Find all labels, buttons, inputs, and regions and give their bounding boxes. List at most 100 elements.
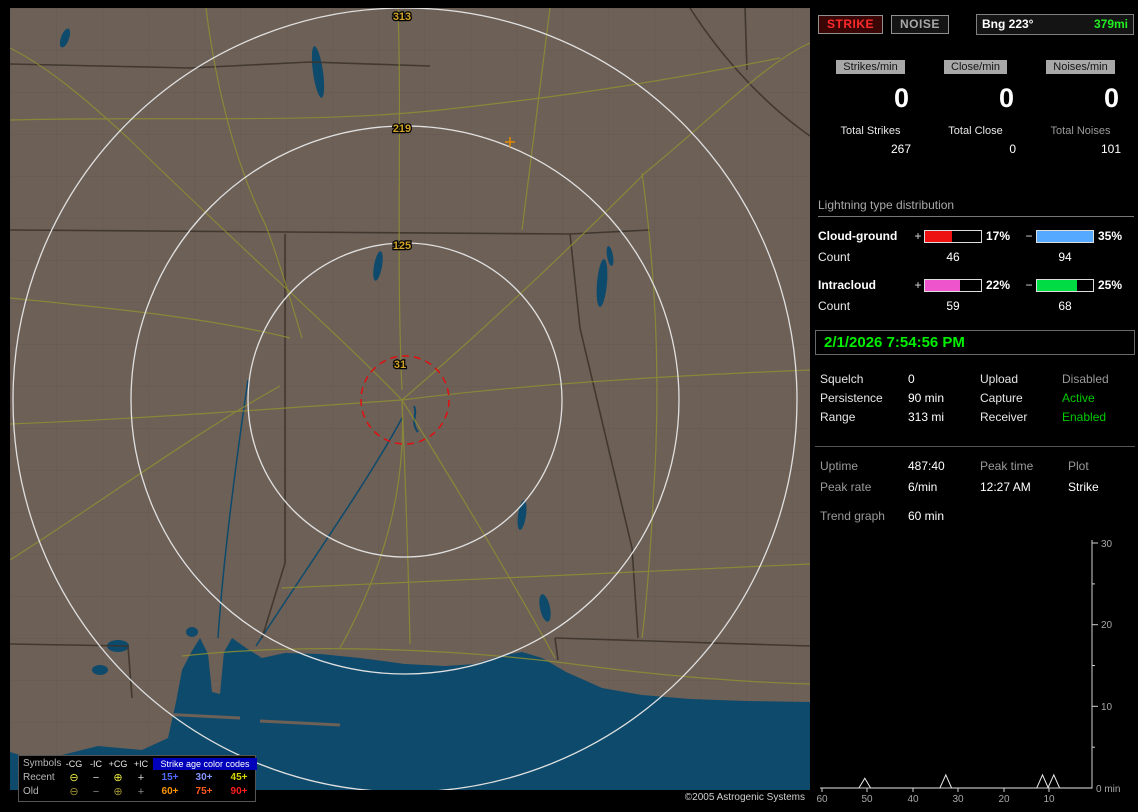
plot-label: Plot [1068,459,1089,473]
noises-per-min-value: 0 [1103,83,1119,113]
uptime-value: 487:40 [908,459,945,473]
ytick-30: 30 [1101,539,1113,550]
range-label: Range [820,410,856,424]
xtick-30: 30 [952,794,964,805]
persistence-value: 90 min [908,391,945,405]
xtick-40: 40 [907,794,919,805]
nexstorm-window: 313 219 125 31 Symbols -CG -IC +CG +IC S… [0,0,1138,812]
xtick-60: 60 [816,794,828,805]
cg-positive-count: 46 [946,250,960,264]
mode-toolbar: STRIKE NOISE Bng 223° 379mi [818,13,1134,35]
intracloud-count-row: Count 59 68 [818,298,1134,314]
ytick-20: 20 [1101,620,1113,631]
recent-nic-icon: − [92,772,100,784]
age-45: 45+ [230,772,248,783]
noise-mode-button[interactable]: NOISE [891,14,949,34]
persistence-label: Persistence [820,391,883,405]
close-per-min-value: 0 [998,83,1014,113]
plot-value: Strike [1068,480,1099,494]
trend-window-value: 60 min [908,509,945,523]
recent-pic-icon: + [137,772,145,784]
upload-status: Disabled [1062,372,1109,386]
legend-row-recent: Recent ⊖ − ⊕ + 15+ 30+ 45+ [21,771,255,785]
total-noises-value: 101 [1100,142,1121,156]
corner-label: 0 min [1096,784,1120,795]
strikes-per-min-value: 0 [893,83,909,113]
ic-negative-bar [1036,278,1094,292]
old-pic-icon: + [137,786,145,798]
legend-age-title: Strike age color codes [153,758,257,770]
old-ncg-icon: ⊖ [69,786,79,798]
bearing-label: Bng 223° [982,17,1034,31]
distribution-title: Lightning type distribution [818,198,1134,217]
legend-row-old: Old ⊖ − ⊕ + 60+ 75+ 90+ [21,785,255,799]
ic-negative-count: 68 [1058,299,1072,313]
plus-sign: + [914,229,922,243]
squelch-label: Squelch [820,372,864,386]
plus-sign: + [914,278,922,292]
cg-negative-pct: 35% [1098,229,1123,243]
squelch-value: 0 [908,372,915,386]
legend-col-nic: -IC [90,759,102,769]
cg-negative-count: 94 [1058,250,1072,264]
total-strikes-label: Total Strikes [840,125,901,137]
strikes-column: Strikes/min 0 Total Strikes 267 [818,60,923,156]
settings-grid: Squelch 0 Upload Disabled Persistence 90… [820,370,1134,427]
total-strikes-value: 267 [890,142,911,156]
cg-negative-bar [1036,229,1094,243]
copyright-text: ©2005 Astrogenic Systems [684,792,805,803]
close-column: Close/min 0 Total Close 0 [923,60,1028,156]
radar-map[interactable]: 313 219 125 31 [9,7,811,793]
noises-column: Noises/min 0 Total Noises 101 [1028,60,1133,156]
ring-label-125: 125 [393,240,411,252]
rate-counters: Strikes/min 0 Total Strikes 267 Close/mi… [818,60,1134,156]
datetime-text: 2/1/2026 7:54:56 PM [824,334,965,351]
cloud-ground-row: Cloud-ground + 17% − 35% [818,226,1134,246]
receiver-label: Receiver [980,410,1028,424]
right-panel: STRIKE NOISE Bng 223° 379mi Strikes/min … [812,0,1138,812]
section-divider [815,446,1135,447]
total-close-value: 0 [1009,142,1016,156]
cg-positive-pct: 17% [986,229,1011,243]
ic-positive-count: 59 [946,299,960,313]
trend-graph-header: Trend graph 60 min [820,507,1134,525]
peak-time-label: Peak time [980,459,1034,473]
age-90: 90+ [230,786,248,797]
ic-negative-pct: 25% [1098,278,1123,292]
ring-label-219: 219 [393,123,411,135]
total-close-label: Total Close [948,125,1003,137]
recent-ncg-icon: ⊖ [69,772,79,784]
bearing-box: Bng 223° 379mi [976,13,1134,35]
capture-label: Capture [980,391,1023,405]
trend-graph: 30 20 10 0 min 60 50 40 30 20 10 [816,539,1120,805]
age-60: 60+ [161,786,179,797]
map-area: 313 219 125 31 [9,7,811,793]
peak-rate-value: 6/min [908,480,938,494]
old-nic-icon: − [92,786,100,798]
upload-label: Upload [980,372,1019,386]
minus-sign: − [1025,229,1033,243]
intracloud-row: Intracloud + 22% − 25% [818,275,1134,295]
legend-col-pic: +IC [133,759,149,769]
map-legend: Symbols -CG -IC +CG +IC Strike age color… [18,755,257,802]
minus-sign: − [1025,278,1033,292]
ring-label-31: 31 [394,359,406,371]
legend-symbols-header: Symbols [23,758,62,769]
trend-spike-trace [822,773,1092,789]
legend-col-ncg: -CG [65,759,83,769]
strikes-per-min-label: Strikes/min [836,60,905,74]
trend-graph-label: Trend graph [820,509,885,523]
legend-col-pcg: +CG [108,759,128,769]
close-per-min-label: Close/min [944,60,1007,74]
ytick-10: 10 [1101,702,1113,713]
ring-label-313: 313 [393,11,411,23]
xtick-10: 10 [1043,794,1055,805]
receiver-status: Enabled [1062,410,1107,424]
old-pcg-icon: ⊕ [113,786,123,798]
peak-rate-label: Peak rate [820,480,872,494]
strike-mode-button[interactable]: STRIKE [818,14,884,34]
bearing-distance: 379mi [1093,17,1128,31]
cg-positive-bar [924,229,982,243]
uptime-label: Uptime [820,459,859,473]
cloud-ground-count-row: Count 46 94 [818,249,1134,265]
